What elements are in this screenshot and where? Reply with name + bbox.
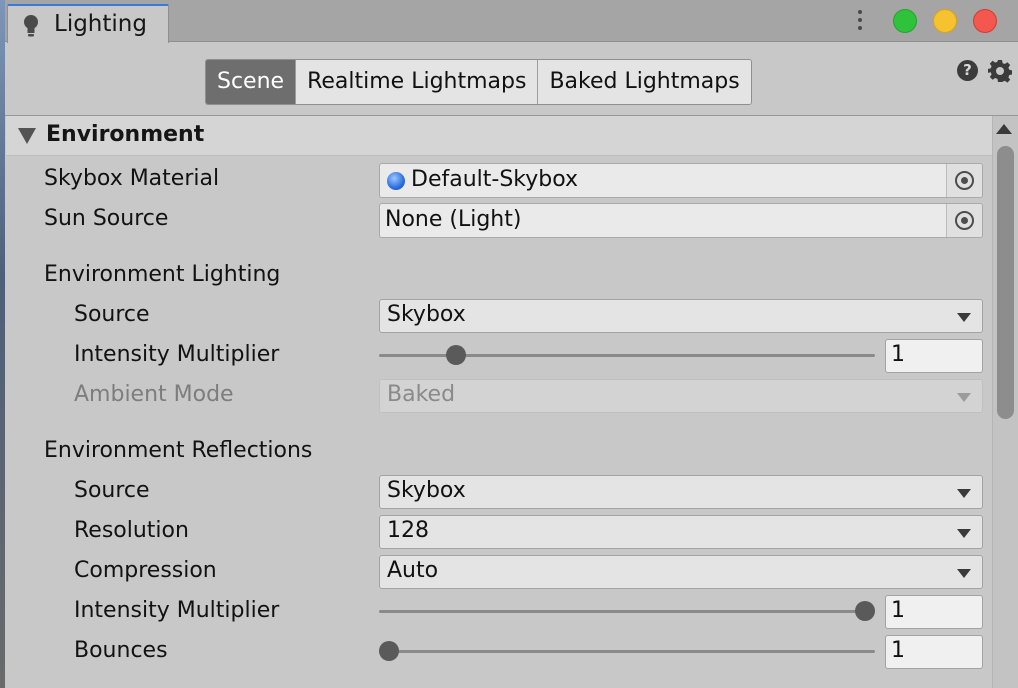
reflection-intensity-label: Intensity Multiplier (74, 598, 280, 623)
chevron-down-icon (957, 529, 971, 538)
ambient-mode-value: Baked (387, 382, 456, 407)
lightbulb-icon (22, 14, 40, 42)
lighting-intensity-slider[interactable] (379, 344, 875, 368)
reflection-intensity-value: 1 (891, 598, 905, 623)
tab-baked-lightmaps[interactable]: Baked Lightmaps (538, 60, 751, 104)
sun-source-label: Sun Source (44, 206, 169, 231)
slider-thumb[interactable] (379, 641, 399, 661)
window-title: Lighting (54, 11, 147, 37)
environment-lighting-heading: Environment Lighting (44, 262, 281, 287)
minimize-button[interactable] (933, 9, 957, 33)
bounces-slider[interactable] (379, 640, 875, 664)
lighting-window: Lighting Scene Realtime Lightmaps Baked … (0, 0, 1018, 688)
reflection-source-value: Skybox (387, 478, 466, 503)
environment-foldout[interactable]: Environment (6, 116, 992, 156)
help-icon[interactable]: ? (957, 60, 978, 81)
bounces-input[interactable]: 1 (885, 635, 983, 669)
window-tab-lighting[interactable]: Lighting (7, 4, 169, 43)
close-button[interactable] (973, 9, 997, 33)
section-title: Environment (46, 122, 205, 147)
compression-dropdown[interactable]: Auto (379, 555, 983, 589)
desktop-edge (0, 0, 5, 688)
material-sphere-icon (387, 172, 405, 190)
lighting-mode-tabs: Scene Realtime Lightmaps Baked Lightmaps (205, 59, 752, 105)
chevron-down-icon (957, 489, 971, 498)
bounces-value: 1 (891, 638, 905, 663)
reflection-source-label: Source (74, 478, 150, 503)
resolution-label: Resolution (74, 518, 189, 543)
bounces-label: Bounces (74, 638, 168, 663)
skybox-material-label: Skybox Material (44, 166, 220, 191)
object-picker-dot (961, 177, 968, 184)
resolution-dropdown[interactable]: 128 (379, 515, 983, 549)
chevron-down-icon (957, 313, 971, 322)
chevron-down-icon (957, 569, 971, 578)
compression-value: Auto (387, 558, 439, 583)
menu-kebab-icon[interactable] (857, 10, 863, 32)
chevron-down-icon (957, 393, 971, 402)
resolution-value: 128 (387, 518, 429, 543)
lighting-source-dropdown[interactable]: Skybox (379, 299, 983, 333)
ambient-mode-dropdown: Baked (379, 379, 983, 413)
foldout-expanded-icon[interactable] (18, 128, 36, 144)
lighting-intensity-value: 1 (891, 342, 905, 367)
compression-label: Compression (74, 558, 217, 583)
reflection-intensity-input[interactable]: 1 (885, 595, 983, 629)
tab-scene[interactable]: Scene (206, 60, 297, 104)
lighting-intensity-label: Intensity Multiplier (74, 342, 280, 367)
lighting-source-value: Skybox (387, 302, 466, 327)
scrollbar-thumb[interactable] (997, 146, 1014, 419)
slider-track (379, 610, 875, 613)
object-picker-button[interactable] (946, 164, 982, 197)
reflection-intensity-slider[interactable] (379, 600, 875, 624)
gear-icon[interactable] (987, 59, 1013, 87)
reflection-source-dropdown[interactable]: Skybox (379, 475, 983, 509)
object-picker-dot (961, 217, 968, 224)
slider-track (379, 650, 875, 653)
vertical-scrollbar[interactable] (992, 116, 1018, 688)
sun-source-field[interactable]: None (Light) (379, 203, 983, 238)
slider-thumb[interactable] (445, 345, 466, 365)
ambient-mode-label: Ambient Mode (74, 382, 234, 407)
tab-realtime-lightmaps[interactable]: Realtime Lightmaps (296, 60, 539, 104)
slider-thumb[interactable] (855, 601, 875, 621)
skybox-material-field[interactable]: Default-Skybox (379, 163, 983, 198)
lighting-source-label: Source (74, 302, 150, 327)
environment-reflections-heading: Environment Reflections (44, 438, 313, 463)
lighting-intensity-input[interactable]: 1 (885, 339, 983, 373)
skybox-material-value: Default-Skybox (411, 167, 579, 192)
maximize-button[interactable] (893, 9, 917, 33)
scroll-up-icon[interactable] (996, 124, 1012, 134)
object-picker-button[interactable] (946, 204, 982, 237)
window-tab-strip: Lighting (5, 0, 1018, 43)
sun-source-value: None (Light) (385, 207, 522, 232)
